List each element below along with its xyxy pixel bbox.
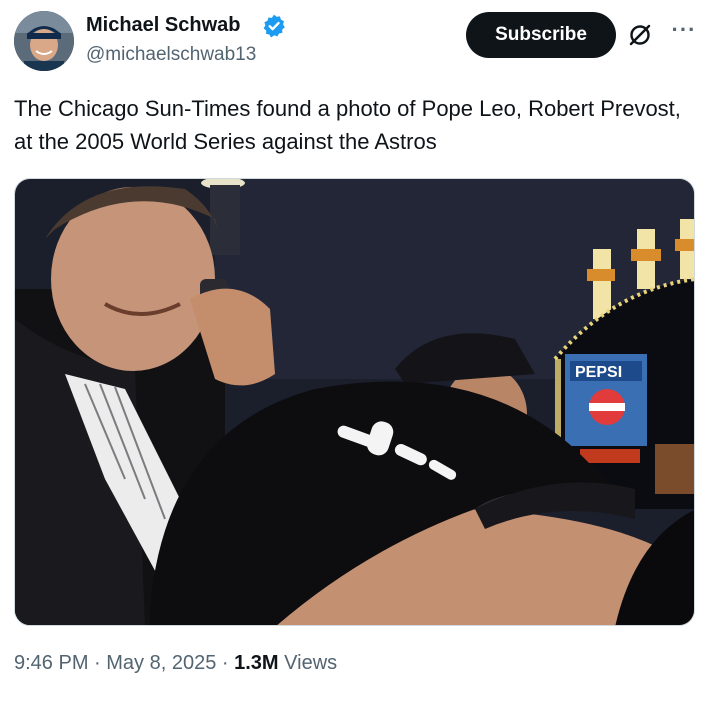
grok-icon[interactable] xyxy=(627,22,653,48)
scoreboard-ad-text: PEPSI xyxy=(575,364,622,381)
tweet-header: Michael Schwab @michaelschwab13 Subscrib… xyxy=(0,0,716,80)
author-handle[interactable]: @michaelschwab13 xyxy=(86,44,256,66)
tweet-date[interactable]: May 8, 2025 xyxy=(106,652,216,674)
subscribe-button[interactable]: Subscribe xyxy=(466,12,616,58)
avatar[interactable] xyxy=(14,11,74,71)
tweet-meta: 9:46 PM · May 8, 2025 · 1.3M Views xyxy=(14,652,337,682)
meta-separator: · xyxy=(88,652,107,674)
verified-badge-icon[interactable] xyxy=(261,13,287,39)
views-label: Views xyxy=(278,652,338,674)
tweet-time[interactable]: 9:46 PM xyxy=(14,652,88,674)
tweet-text: The Chicago Sun-Times found a photo of P… xyxy=(14,96,681,154)
more-icon[interactable]: ··· xyxy=(664,18,704,48)
views-count: 1.3M xyxy=(234,652,279,674)
author-name[interactable]: Michael Schwab xyxy=(86,14,241,37)
tweet-photo[interactable]: PEPSI xyxy=(14,178,695,626)
meta-separator: · xyxy=(216,652,235,674)
